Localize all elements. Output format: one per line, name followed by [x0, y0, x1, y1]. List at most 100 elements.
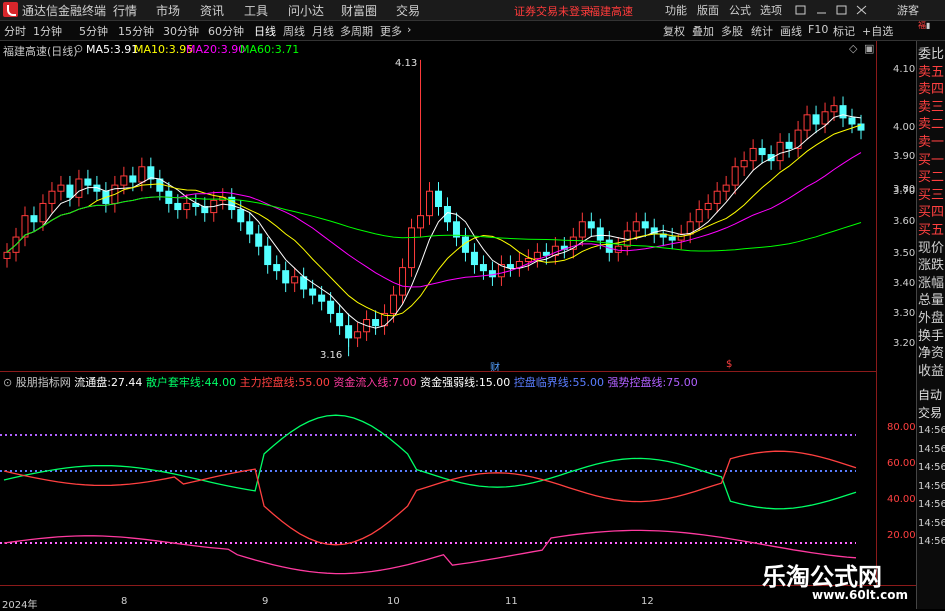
quote-label: 买二 — [918, 170, 945, 186]
tool-diejia[interactable]: 叠加 — [692, 23, 714, 39]
indicator-tick: 80.00 — [887, 422, 916, 433]
candle-body — [120, 175, 128, 186]
settings-diamond-icon[interactable]: ◇ — [849, 42, 857, 55]
candle-body — [506, 264, 514, 269]
quote-label: 涨跌 — [918, 258, 945, 274]
tool-huaxian[interactable]: 画线 — [780, 23, 802, 39]
candle-body — [3, 251, 11, 259]
tab-stock-icon[interactable]: 福 — [918, 21, 926, 30]
quote-label: 卖二 — [918, 117, 945, 133]
candle-body — [668, 236, 676, 241]
indicator-tick: 20.00 — [887, 530, 916, 541]
chevron-right-icon[interactable]: › — [407, 23, 411, 36]
quote-label: 卖五 — [918, 64, 945, 80]
candle-body — [147, 166, 155, 180]
candle-body — [426, 190, 434, 217]
tick-time: 14:56 — [918, 480, 945, 492]
period-more[interactable]: 更多 — [380, 23, 402, 39]
tool-fuquan[interactable]: 复权 — [663, 23, 685, 39]
quote-label: 换手 — [918, 328, 945, 344]
candle-body — [488, 270, 496, 278]
candle-body — [255, 233, 263, 247]
period-5min[interactable]: 5分钟 — [79, 23, 108, 39]
candle-body — [399, 267, 407, 296]
date-label: 10 — [387, 596, 400, 607]
candle-body — [830, 105, 838, 113]
menu-hangqing[interactable]: 行情 — [113, 2, 137, 19]
ma-dropdown-icon[interactable]: ⊙ — [74, 42, 83, 55]
period-1min[interactable]: 1分钟 — [33, 23, 62, 39]
ma10-line — [6, 124, 862, 317]
menu-banmian[interactable]: 版面 — [697, 2, 719, 18]
menu-gongshi[interactable]: 公式 — [729, 2, 751, 18]
trade-label[interactable]: 交易 — [918, 404, 945, 422]
price-tick: 4.00 — [893, 122, 916, 133]
menu-zixun[interactable]: 资讯 — [200, 2, 224, 19]
candle-body — [848, 117, 856, 125]
candle-body — [372, 319, 380, 327]
candle-body — [470, 251, 478, 266]
candle-body — [434, 190, 442, 208]
candle-body — [803, 114, 811, 131]
tick-time: 14:56 — [918, 517, 945, 529]
candle-body — [318, 294, 326, 302]
tool-duogu[interactable]: 多股 — [721, 23, 743, 39]
close-icon — [856, 5, 867, 15]
quote-labels: 委比 卖五 卖四 卖三 卖二 卖一 买一 买二 买三 买四 买五 现价 涨跌 涨幅 总量 外盘 换手 净资 收益 — [918, 46, 945, 380]
tool-biaoji[interactable]: 标记 — [833, 23, 855, 39]
period-60min[interactable]: 60分钟 — [208, 23, 244, 39]
app-logo-icon — [3, 2, 18, 17]
panel-toggle-icon[interactable]: ▣ — [864, 42, 874, 55]
tool-zixuan[interactable]: +自选 — [862, 23, 893, 39]
tick-times: 14:56 14:56 14:56 14:56 14:56 14:56 14:56 — [918, 422, 945, 552]
tick-time: 14:56 — [918, 443, 945, 455]
menu-shichang[interactable]: 市场 — [156, 2, 180, 19]
auto-trade-label[interactable]: 自动 — [918, 386, 945, 404]
candle-body — [273, 264, 281, 272]
high-price-label: 4.13 — [395, 58, 418, 69]
period-monthly[interactable]: 月线 — [312, 23, 334, 39]
tool-f10[interactable]: F10 — [808, 23, 828, 36]
candle-body — [39, 202, 47, 223]
maximize-icon — [836, 5, 847, 15]
candle-body — [390, 294, 398, 314]
candle-body — [183, 202, 191, 211]
candle-body — [740, 160, 748, 168]
candle-body — [785, 141, 793, 149]
dividend-marker[interactable]: $ — [726, 359, 732, 370]
period-fenshi[interactable]: 分时 — [4, 23, 26, 39]
date-label: 11 — [505, 596, 518, 607]
menu-caifuquan[interactable]: 财富圈 — [341, 2, 377, 19]
period-daily[interactable]: 日线 — [254, 23, 276, 39]
candle-body — [758, 147, 766, 156]
candle-body — [749, 147, 757, 162]
candle-body — [417, 215, 425, 229]
tool-tongji[interactable]: 统计 — [751, 23, 773, 39]
sanhu-line — [3, 414, 857, 510]
watermark: 乐淘公式网 www.60lt.com — [752, 557, 910, 607]
candle-body — [336, 312, 344, 327]
quote-label: 净资 — [918, 346, 945, 362]
period-15min[interactable]: 15分钟 — [118, 23, 154, 39]
top-menu-bar: 通达信金融终端 行情 市场 资讯 工具 问小达 财富圈 交易 证券交易未登录 福… — [0, 0, 945, 21]
period-multi[interactable]: 多周期 — [340, 23, 373, 39]
quote-label: 买五 — [918, 222, 945, 238]
period-30min[interactable]: 30分钟 — [163, 23, 199, 39]
candlestick-chart[interactable] — [0, 55, 876, 371]
menu-gongneng[interactable]: 功能 — [665, 2, 687, 18]
quote-label: 总量 — [918, 293, 945, 309]
candle-body — [309, 288, 317, 296]
candle-body — [578, 221, 586, 238]
candle-body — [704, 202, 712, 211]
period-weekly[interactable]: 周线 — [283, 23, 305, 39]
indicator-chart[interactable] — [0, 388, 876, 585]
login-notice[interactable]: 证券交易未登录 — [514, 3, 591, 19]
menu-gongju[interactable]: 工具 — [244, 2, 268, 19]
menu-xuanxiang[interactable]: 选项 — [760, 2, 782, 18]
menu-jiaoyi[interactable]: 交易 — [396, 2, 420, 19]
tick-time: 14:56 — [918, 462, 945, 473]
candle-body — [722, 184, 730, 192]
price-tick: 3.20 — [893, 338, 916, 349]
guest-button[interactable]: 游客 — [897, 2, 919, 18]
menu-wenxiaoda[interactable]: 问小达 — [288, 2, 324, 19]
